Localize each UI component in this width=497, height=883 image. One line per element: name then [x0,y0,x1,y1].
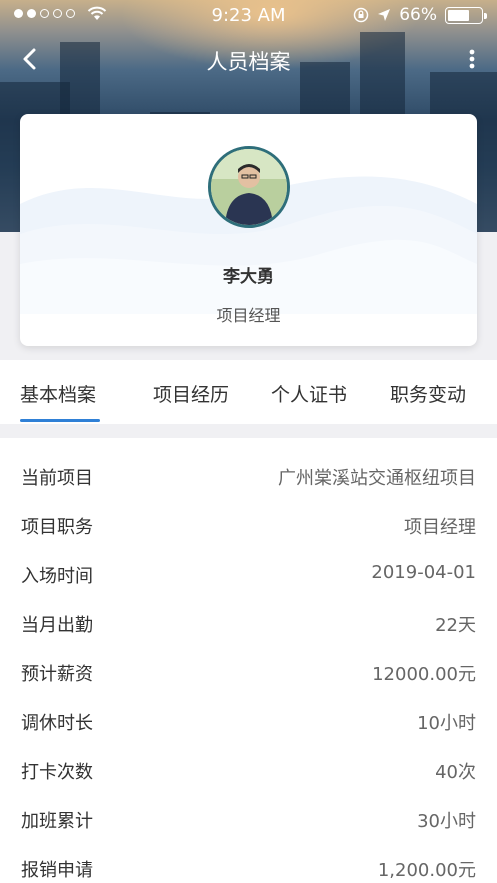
detail-row-entry-date: 入场时间 2019-04-01 [0,536,497,587]
detail-label: 报销申请 [21,860,93,881]
more-vertical-icon[interactable] [465,44,479,74]
tab-position-changes[interactable]: 职务变动 [390,380,466,407]
tab-bar: 基本档案 项目经历 个人证书 职务变动 [0,360,497,424]
tab-project-history[interactable]: 项目经历 [153,380,229,407]
detail-value: 1,200.00元 [377,860,476,881]
person-title: 项目经理 [216,306,281,325]
tab-basic-profile[interactable]: 基本档案 [20,380,96,407]
location-arrow-icon [378,9,391,21]
status-bar: 9:23 AM 66% [0,0,497,30]
status-indicators: 66% [353,5,487,25]
battery-percent: 66% [399,5,437,25]
details-list: 当前项目 广州棠溪站交通枢纽项目 项目职务 项目经理 入场时间 2019-04-… [0,438,497,883]
detail-row-estimated-salary: 预计薪资 12000.00元 [0,634,497,685]
person-name: 李大勇 [223,267,274,287]
battery-icon [445,6,487,24]
rotation-lock-icon [353,7,369,23]
detail-row-compensatory-leave: 调休时长 10小时 [0,683,497,734]
detail-row-project-role: 项目职务 项目经理 [0,487,497,538]
detail-row-monthly-attendance: 当月出勤 22天 [0,585,497,636]
detail-row-current-project: 当前项目 广州棠溪站交通枢纽项目 [0,438,497,489]
nav-bar: 人员档案 [0,38,497,82]
battery-fill [448,9,470,21]
detail-row-clock-in-count: 打卡次数 40次 [0,732,497,783]
page-title: 人员档案 [206,50,291,74]
avatar-photo [211,149,287,225]
detail-row-reimbursement: 报销申请 1,200.00元 [0,830,497,881]
avatar[interactable] [208,146,290,228]
detail-row-overtime-total: 加班累计 30小时 [0,781,497,832]
profile-card: 李大勇 项目经理 [20,114,477,346]
active-tab-indicator [20,419,100,422]
tab-certificates[interactable]: 个人证书 [271,380,347,407]
detail-value: 2019-04-01 [371,562,476,583]
